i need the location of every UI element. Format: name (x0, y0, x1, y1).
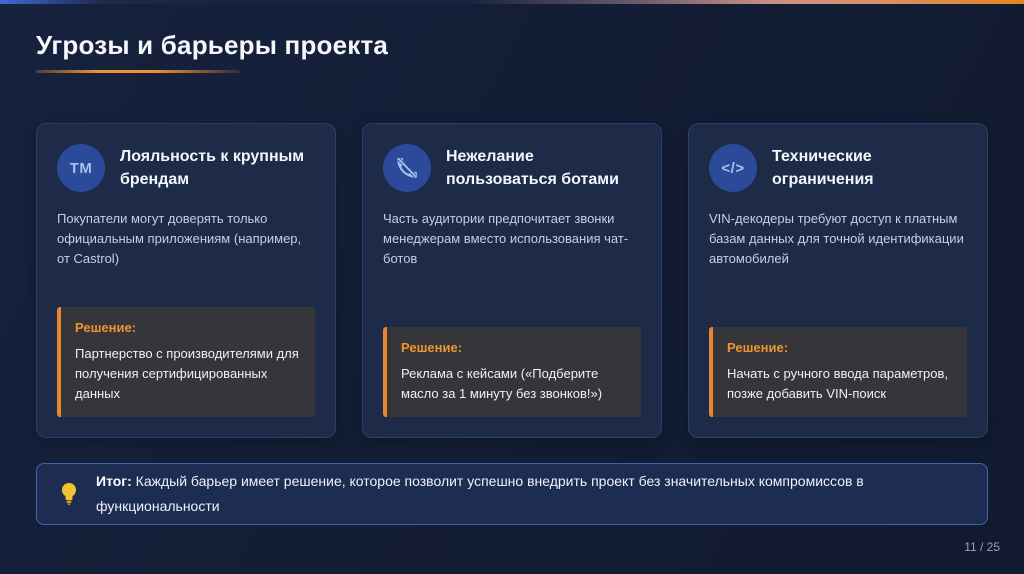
trademark-icon-text: TM (69, 159, 93, 177)
solution-text: Реклама с кейсами («Подберите масло за 1… (401, 366, 603, 401)
card-title: Лояльность к крупным брендам (120, 148, 305, 188)
card-header: Нежелание пользоваться ботами (383, 144, 641, 192)
code-icon-text: </> (721, 159, 745, 177)
solution-label: Решение: (727, 340, 789, 355)
solution-box: Решение: Реклама с кейсами («Подберите м… (383, 327, 641, 417)
lightbulb-icon-glyph (62, 483, 76, 506)
title-underline (36, 70, 240, 73)
card-description: VIN-декодеры требуют доступ к платным ба… (709, 211, 964, 266)
card-header: </> Технические ограничения (709, 144, 967, 192)
summary-label: Итог: (96, 473, 132, 489)
top-accent-bar (0, 0, 1024, 4)
solution-label: Решение: (401, 340, 463, 355)
solution-text: Начать с ручного ввода параметров, позже… (727, 366, 948, 401)
solution-box: Решение: Начать с ручного ввода параметр… (709, 327, 967, 417)
summary-body: Каждый барьер имеет решение, которое поз… (96, 473, 864, 514)
summary-text: Итог: Каждый барьер имеет решение, котор… (96, 469, 965, 519)
threat-card-technical-limits: </> Технические ограничения VIN-декодеры… (688, 123, 988, 438)
trademark-icon: TM (57, 144, 105, 192)
solution-text: Партнерство с производителями для получе… (75, 346, 299, 401)
card-description: Покупатели могут доверять только официал… (57, 211, 302, 266)
solution-box: Решение: Партнерство с производителями д… (57, 307, 315, 417)
threat-card-brand-loyalty: TM Лояльность к крупным брендам Покупате… (36, 123, 336, 438)
code-icon: </> (709, 144, 757, 192)
card-title: Нежелание пользоваться ботами (446, 148, 619, 188)
threat-card-bot-reluctance: Нежелание пользоваться ботами Часть ауди… (362, 123, 662, 438)
card-title: Технические ограничения (772, 148, 874, 188)
page-title: Угрозы и барьеры проекта (36, 30, 389, 60)
lightbulb-icon (59, 481, 79, 507)
threat-cards-row: TM Лояльность к крупным брендам Покупате… (36, 123, 988, 438)
slide-header: Угрозы и барьеры проекта (36, 30, 388, 73)
page-number: 11 / 25 (964, 540, 1000, 554)
card-header: TM Лояльность к крупным брендам (57, 144, 315, 192)
summary-banner: Итог: Каждый барьер имеет решение, котор… (36, 463, 988, 525)
phone-slash-icon (383, 144, 431, 192)
card-description: Часть аудитории предпочитает звонки мене… (383, 211, 629, 266)
phone-slash-icon-glyph (397, 157, 417, 178)
solution-label: Решение: (75, 320, 137, 335)
